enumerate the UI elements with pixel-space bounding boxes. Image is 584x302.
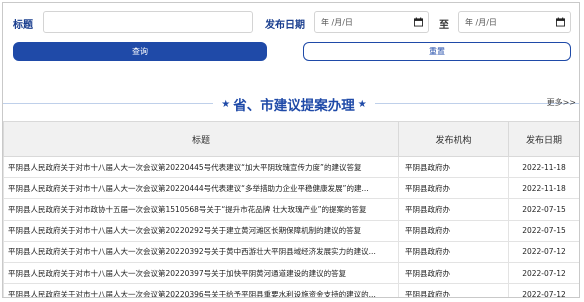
table-row[interactable]: 平阴县人民政府关于对市政协十五届一次会议第1510568号关于“提升市花品牌 壮… — [3, 198, 579, 221]
calendar-icon[interactable] — [556, 17, 565, 27]
table-row[interactable]: 平阴县人民政府关于对市十八届人大一次会议第20220392号关于黄中西游壮大平阴… — [3, 240, 579, 263]
table-row[interactable]: 平阴县人民政府关于对市十八届人大一次会议第20220396号关于给予平阴县重要水… — [3, 283, 579, 297]
date-separator: 至 — [439, 20, 449, 31]
row-date: 2022-07-15 — [508, 219, 579, 242]
row-title-link[interactable]: 平阴县人民政府关于对市十八届人大一次会议第20220444号代表建议“多举措助力… — [3, 177, 399, 200]
row-org: 平阴县政府办 — [398, 198, 509, 221]
column-header-title: 标题 — [3, 121, 399, 157]
row-title-link[interactable]: 平阴县人民政府关于对市政协十五届一次会议第1510568号关于“提升市花品牌 壮… — [3, 198, 399, 221]
table-row[interactable]: 平阴县人民政府关于对市十八届人大一次会议第20220397号关于加快平阴黄河通道… — [3, 261, 579, 285]
search-row: 标题 发布日期 年 /月/日 至 年 /月/日 — [3, 11, 579, 35]
row-org: 平阴县政府办 — [398, 155, 509, 179]
title-label: 标题 — [13, 20, 33, 31]
page-frame: 标题 发布日期 年 /月/日 至 年 /月/日 查询 重置 ★ 省、市建议提案办… — [2, 2, 580, 298]
row-date: 2022-07-12 — [508, 261, 579, 285]
column-header-org: 发布机构 — [398, 121, 509, 157]
date-start-input[interactable]: 年 /月/日 — [314, 11, 429, 33]
calendar-icon[interactable] — [414, 17, 423, 27]
row-date: 2022-11-18 — [508, 155, 579, 179]
row-title-link[interactable]: 平阴县人民政府关于对市十八届人大一次会议第20220397号关于加快平阴黄河通道… — [3, 261, 399, 285]
section-title-text: 省、市建议提案办理 — [233, 98, 355, 114]
title-input[interactable] — [43, 11, 253, 33]
table-row[interactable]: 平阴县人民政府关于对市十八届人大一次会议第20220444号代表建议“多举措助力… — [3, 177, 579, 200]
row-title-link[interactable]: 平阴县人民政府关于对市十八届人大一次会议第20220396号关于给予平阴县重要水… — [3, 283, 399, 297]
date-label: 发布日期 — [265, 20, 305, 31]
row-date: 2022-07-12 — [508, 240, 579, 263]
table-header-row: 标题 发布机构 发布日期 — [3, 121, 579, 157]
table-row[interactable]: 平阴县人民政府关于对市十八届人大一次会议第20220292号关于建立黄河滩区长期… — [3, 219, 579, 242]
table-row[interactable]: 平阴县人民政府关于对市十八届人大一次会议第20220445号代表建议“加大平阴玫… — [3, 155, 579, 179]
row-org: 平阴县政府办 — [398, 219, 509, 242]
results-table: 标题 发布机构 发布日期 平阴县人民政府关于对市十八届人大一次会议第202204… — [3, 121, 579, 297]
row-title-link[interactable]: 平阴县人民政府关于对市十八届人大一次会议第20220392号关于黄中西游壮大平阴… — [3, 240, 399, 263]
column-header-date: 发布日期 — [508, 121, 579, 157]
reset-button[interactable]: 重置 — [303, 42, 571, 61]
date-end-input[interactable]: 年 /月/日 — [458, 11, 571, 33]
row-org: 平阴县政府办 — [398, 240, 509, 263]
row-org: 平阴县政府办 — [398, 283, 509, 297]
section-title: ★ 省、市建议提案办理 ★ — [213, 94, 375, 114]
row-title-link[interactable]: 平阴县人民政府关于对市十八届人大一次会议第20220292号关于建立黄河滩区长期… — [3, 219, 399, 242]
star-icon: ★ — [221, 98, 231, 110]
row-org: 平阴县政府办 — [398, 177, 509, 200]
button-row: 查询 重置 — [3, 42, 579, 62]
more-link[interactable]: 更多>> — [547, 97, 576, 108]
query-button[interactable]: 查询 — [13, 42, 267, 61]
row-org: 平阴县政府办 — [398, 261, 509, 285]
date-end-placeholder: 年 /月/日 — [465, 17, 497, 27]
row-date: 2022-11-18 — [508, 177, 579, 200]
star-icon: ★ — [357, 98, 367, 110]
date-start-placeholder: 年 /月/日 — [321, 17, 353, 27]
row-date: 2022-07-12 — [508, 283, 579, 297]
row-date: 2022-07-15 — [508, 198, 579, 221]
row-title-link[interactable]: 平阴县人民政府关于对市十八届人大一次会议第20220445号代表建议“加大平阴玫… — [3, 155, 399, 179]
